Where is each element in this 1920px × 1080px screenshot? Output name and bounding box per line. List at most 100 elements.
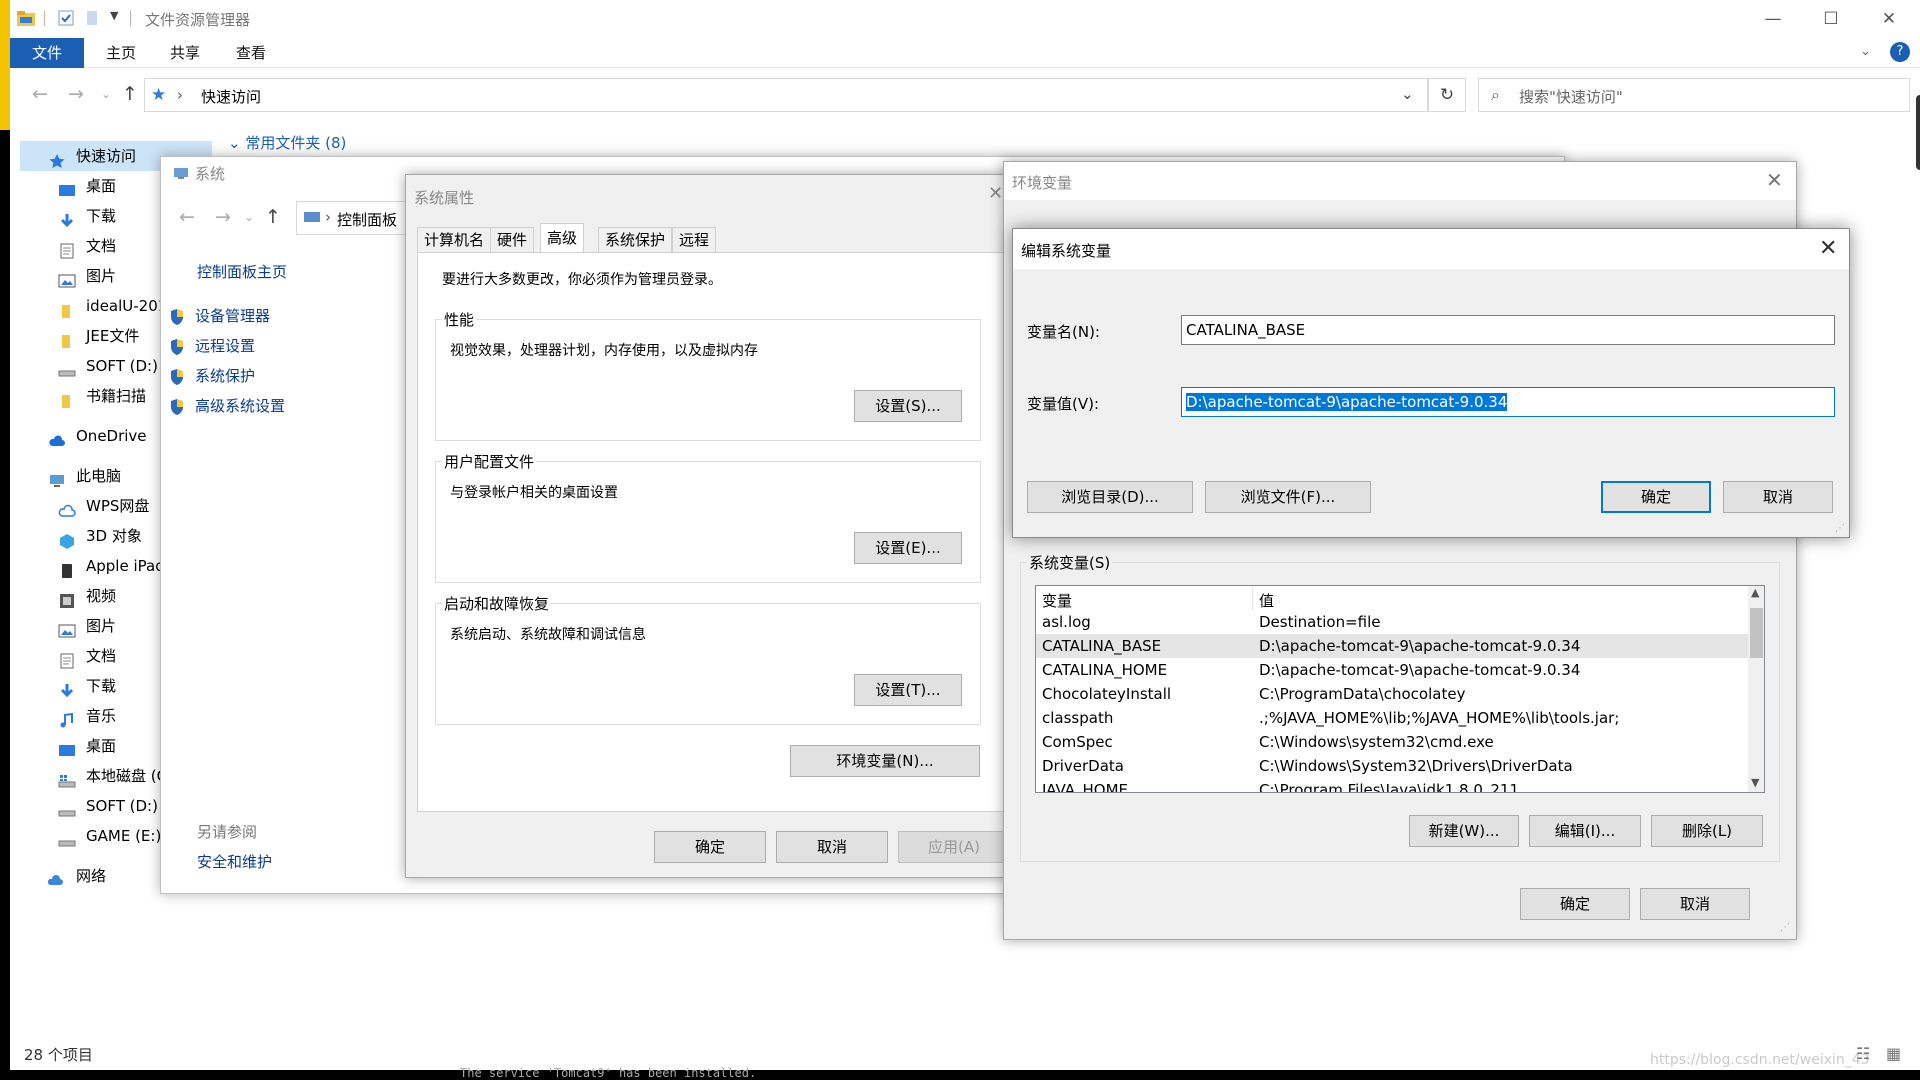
- scroll-down-icon[interactable]: ▼: [1751, 776, 1759, 789]
- ok-button[interactable]: 确定: [654, 831, 766, 863]
- details-view-icon[interactable]: ☷: [1856, 1044, 1870, 1063]
- resize-grip-icon[interactable]: ⋰: [1780, 922, 1790, 933]
- properties-check-icon[interactable]: [56, 9, 76, 27]
- nav-item[interactable]: 文档: [58, 641, 116, 671]
- browse-file-button[interactable]: 浏览文件(F)...: [1205, 481, 1371, 513]
- system-task-link[interactable]: 高级系统设置: [169, 395, 285, 416]
- common-folders-header[interactable]: ⌄ 常用文件夹 (8): [228, 132, 346, 153]
- nav-item[interactable]: GAME (E:): [58, 821, 161, 851]
- column-header-value[interactable]: 值: [1259, 590, 1274, 611]
- ok-button[interactable]: 确定: [1520, 888, 1630, 920]
- back-arrow-icon[interactable]: ←: [175, 205, 199, 229]
- nav-item[interactable]: 书籍扫描: [58, 381, 146, 411]
- system-task-link[interactable]: 设备管理器: [169, 305, 270, 326]
- table-row[interactable]: CATALINA_HOME D:\apache-tomcat-9\apache-t…: [1036, 658, 1748, 682]
- close-button[interactable]: ✕: [1860, 0, 1918, 38]
- apply-button[interactable]: 应用(A): [898, 831, 1010, 863]
- close-icon[interactable]: ✕: [1819, 236, 1837, 261]
- forward-arrow-icon[interactable]: →: [211, 205, 235, 229]
- delete-variable-button[interactable]: 删除(L): [1651, 815, 1763, 847]
- table-row[interactable]: CATALINA_BASE D:\apache-tomcat-9\apache-t…: [1036, 634, 1748, 658]
- vertical-scrollbar[interactable]: [1916, 95, 1920, 170]
- system-task-link[interactable]: 远程设置: [169, 335, 255, 356]
- tab-remote[interactable]: 远程: [672, 227, 717, 253]
- security-maintenance-link[interactable]: 安全和维护: [197, 851, 272, 872]
- nav-item[interactable]: SOFT (D:): [58, 351, 158, 381]
- scrollbar-thumb[interactable]: [1750, 608, 1763, 658]
- breadcrumb-chevron-icon[interactable]: ›: [177, 86, 183, 104]
- tab-advanced[interactable]: 高级: [540, 223, 585, 253]
- nav-item[interactable]: 此电脑: [48, 461, 121, 491]
- nav-item[interactable]: SOFT (D:): [58, 791, 158, 821]
- startup-recovery-settings-button[interactable]: 设置(T)...: [854, 674, 962, 706]
- nav-item[interactable]: 3D 对象: [58, 521, 142, 551]
- table-row[interactable]: ComSpec C:\Windows\system32\cmd.exe: [1036, 730, 1748, 754]
- address-input[interactable]: ★ › 快速访问 ⌄: [144, 78, 1428, 112]
- tab-computer-name[interactable]: 计算机名: [417, 227, 492, 253]
- table-row[interactable]: JAVA_HOME C:\Program Files\Java\jdk1.8.0_…: [1036, 778, 1748, 792]
- table-row[interactable]: classpath .;%JAVA_HOME%\lib;%JAVA_HOME%\l…: [1036, 706, 1748, 730]
- table-row[interactable]: DriverData C:\Windows\System32\Drivers\Dr…: [1036, 754, 1748, 778]
- breadcrumb-chevron-icon[interactable]: ›: [325, 208, 331, 226]
- quick-access-dropdown-icon[interactable]: ▼: [110, 9, 118, 22]
- cancel-button[interactable]: 取消: [776, 831, 888, 863]
- ribbon-tab-home[interactable]: 主页: [86, 38, 156, 68]
- nav-item[interactable]: 快速访问: [48, 141, 136, 171]
- ribbon-expand-chevron-icon[interactable]: ⌄: [1860, 44, 1871, 59]
- ribbon-tab-file[interactable]: 文件: [10, 38, 85, 68]
- nav-item[interactable]: 下载: [58, 201, 116, 231]
- minimize-button[interactable]: —: [1744, 0, 1802, 38]
- system-variables-list[interactable]: 变量 值 asl.log Destination=file CATALINA_BAS…: [1035, 585, 1765, 793]
- maximize-button[interactable]: ☐: [1802, 0, 1860, 38]
- nav-item[interactable]: 下载: [58, 671, 116, 701]
- up-arrow-icon[interactable]: ↑: [261, 205, 285, 229]
- resize-grip-icon[interactable]: ⋰: [1835, 523, 1845, 534]
- ribbon-tab-view[interactable]: 查看: [216, 38, 286, 68]
- close-icon[interactable]: ✕: [988, 183, 1003, 204]
- column-divider[interactable]: [1252, 586, 1253, 610]
- cancel-button[interactable]: 取消: [1723, 481, 1833, 513]
- tiles-view-icon[interactable]: ▦: [1886, 1044, 1901, 1063]
- control-panel-home-link[interactable]: 控制面板主页: [197, 261, 287, 282]
- new-folder-icon[interactable]: [82, 9, 102, 27]
- nav-item[interactable]: 视频: [58, 581, 116, 611]
- system-task-link[interactable]: 系统保护: [169, 365, 255, 386]
- tab-system-protection[interactable]: 系统保护: [598, 227, 673, 253]
- search-input[interactable]: ⌕ 搜索"快速访问": [1478, 78, 1910, 112]
- nav-item[interactable]: WPS网盘: [58, 491, 149, 521]
- nav-item[interactable]: 图片: [58, 261, 116, 291]
- recent-dropdown-icon[interactable]: ⌄: [237, 205, 261, 229]
- recent-dropdown-icon[interactable]: ⌄: [94, 82, 118, 106]
- environment-variables-button[interactable]: 环境变量(N)...: [790, 745, 980, 777]
- ribbon-tab-share[interactable]: 共享: [150, 38, 220, 68]
- nav-item[interactable]: 桌面: [58, 731, 116, 761]
- cancel-button[interactable]: 取消: [1640, 888, 1750, 920]
- close-icon[interactable]: ✕: [1766, 168, 1783, 192]
- up-arrow-icon[interactable]: ↑: [118, 82, 142, 106]
- variable-name-input[interactable]: CATALINA_BASE: [1181, 315, 1835, 345]
- variable-value-input[interactable]: D:\apache-tomcat-9\apache-tomcat-9.0.34: [1181, 387, 1835, 417]
- nav-item[interactable]: 网络: [47, 861, 106, 891]
- table-row[interactable]: asl.log Destination=file: [1036, 610, 1748, 634]
- forward-arrow-icon[interactable]: →: [64, 82, 88, 106]
- refresh-button[interactable]: ↻: [1428, 78, 1466, 112]
- performance-settings-button[interactable]: 设置(S)...: [854, 390, 962, 422]
- nav-item[interactable]: OneDrive: [48, 421, 147, 451]
- nav-item[interactable]: 文档: [58, 231, 116, 261]
- edit-variable-button[interactable]: 编辑(I)...: [1529, 815, 1641, 847]
- nav-item[interactable]: 图片: [58, 611, 116, 641]
- tab-hardware[interactable]: 硬件: [490, 227, 535, 253]
- nav-item[interactable]: 桌面: [58, 171, 116, 201]
- nav-item[interactable]: JEE文件: [58, 321, 139, 351]
- scroll-up-icon[interactable]: ▲: [1751, 586, 1759, 599]
- nav-item[interactable]: Apple iPad: [58, 551, 165, 581]
- browse-directory-button[interactable]: 浏览目录(D)...: [1027, 481, 1193, 513]
- column-header-variable[interactable]: 变量: [1042, 590, 1072, 611]
- new-variable-button[interactable]: 新建(W)...: [1409, 815, 1519, 847]
- help-icon[interactable]: ?: [1890, 42, 1910, 62]
- table-row[interactable]: ChocolateyInstall C:\ProgramData\chocolat…: [1036, 682, 1748, 706]
- address-dropdown-icon[interactable]: ⌄: [1401, 85, 1414, 103]
- user-profiles-settings-button[interactable]: 设置(E)...: [854, 532, 962, 564]
- nav-item[interactable]: 音乐: [58, 701, 116, 731]
- variables-scrollbar[interactable]: ▲ ▼: [1748, 586, 1764, 792]
